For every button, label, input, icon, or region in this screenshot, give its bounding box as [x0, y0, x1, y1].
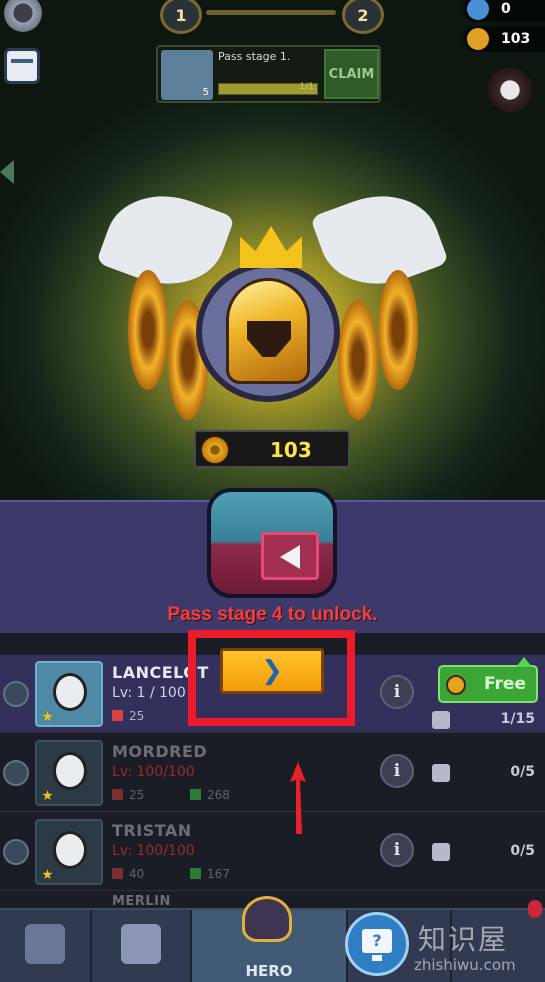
- calendar-icon[interactable]: [4, 48, 40, 84]
- star-icon: [42, 790, 53, 801]
- puzzle-icon: [432, 764, 450, 782]
- tab-battle[interactable]: [0, 910, 92, 982]
- stage-track: [206, 10, 336, 15]
- puzzle-icon: [432, 843, 450, 861]
- puzzle-icon: [432, 711, 450, 729]
- coin-count: 103: [501, 31, 531, 47]
- hero-shards: 0/5: [510, 843, 535, 859]
- quest-progress-text: 1/1: [299, 82, 314, 92]
- hero-level: Lv: 100/100: [112, 764, 195, 780]
- weapon-icon: [3, 681, 29, 707]
- coin-icon: [446, 675, 466, 695]
- quest-panel: 5 Pass stage 1. 1/1 CLAIM: [156, 45, 381, 103]
- hero-name: MERLIN: [112, 894, 171, 909]
- chevron-right-icon: ❯: [261, 656, 283, 686]
- helmet-icon: [226, 278, 310, 384]
- tab-upgrade[interactable]: [92, 910, 192, 982]
- next-button[interactable]: ❯: [220, 648, 324, 694]
- reward-coin-amount: 103: [270, 438, 312, 462]
- tab-hero-label: HERO: [245, 962, 293, 980]
- hero-attack: 40: [112, 867, 144, 881]
- hero-attack: 25: [112, 709, 144, 723]
- hero-name: TRISTAN: [112, 821, 192, 840]
- quest-progress-bar: 1/1: [218, 82, 318, 95]
- left-arrow-icon[interactable]: [0, 160, 14, 184]
- quest-level: 5: [202, 87, 209, 98]
- hero-attack: 25: [112, 788, 144, 802]
- reward-coin-box: 103: [194, 430, 350, 468]
- info-icon[interactable]: i: [380, 754, 414, 788]
- star-icon: [42, 869, 53, 880]
- info-icon[interactable]: i: [380, 833, 414, 867]
- hero-health: 167: [190, 867, 230, 881]
- coin-counter[interactable]: 103: [463, 26, 545, 52]
- book-upgrade-icon: [121, 924, 161, 964]
- gem-counter[interactable]: 0: [463, 0, 545, 22]
- help-monitor-icon: ?: [362, 929, 392, 953]
- hero-helmet-icon: [242, 896, 292, 942]
- gem-count: 0: [501, 1, 511, 17]
- watermark-url: zhishiwu.com: [414, 956, 516, 974]
- coin-icon: [200, 435, 230, 465]
- hero-name: MORDRED: [112, 742, 208, 761]
- unlock-message: Pass stage 4 to unlock.: [167, 604, 378, 625]
- skull-icon[interactable]: [488, 68, 532, 112]
- pointer-arrow-icon: [290, 762, 306, 834]
- hero-level: Lv: 100/100: [112, 843, 195, 859]
- hero-health: 268: [190, 788, 230, 802]
- quest-thumbnail: 5: [161, 50, 213, 100]
- hero-portrait: [35, 661, 103, 727]
- hero-chest[interactable]: [207, 488, 337, 598]
- hero-row-tristan[interactable]: TRISTAN Lv: 100/100 40 167 i 0/5: [0, 813, 545, 891]
- hero-shards: 1/15: [500, 711, 535, 727]
- swords-icon: [25, 924, 65, 964]
- notification-badge: [528, 900, 542, 918]
- claim-button[interactable]: CLAIM: [324, 49, 379, 99]
- weapon-icon: [3, 839, 29, 865]
- hero-shards: 0/5: [510, 764, 535, 780]
- quest-title: Pass stage 1.: [218, 50, 291, 63]
- right-trumpet: [378, 270, 418, 390]
- hero-portrait: [35, 819, 103, 885]
- left-trumpet: [128, 270, 168, 390]
- watermark-text: 知识屋: [418, 923, 509, 956]
- free-button[interactable]: Free: [438, 657, 538, 703]
- star-icon: [42, 711, 53, 722]
- help-button[interactable]: ?: [345, 912, 409, 976]
- gem-icon: [467, 0, 489, 20]
- hero-level: Lv: 1 / 100: [112, 685, 186, 701]
- hero-row-mordred[interactable]: MORDRED Lv: 100/100 25 268 i 0/5: [0, 734, 545, 812]
- right-trumpet-2: [338, 300, 378, 420]
- hero-portrait: [35, 740, 103, 806]
- weapon-icon: [3, 760, 29, 786]
- info-icon[interactable]: i: [380, 675, 414, 709]
- coin-icon: [467, 28, 489, 50]
